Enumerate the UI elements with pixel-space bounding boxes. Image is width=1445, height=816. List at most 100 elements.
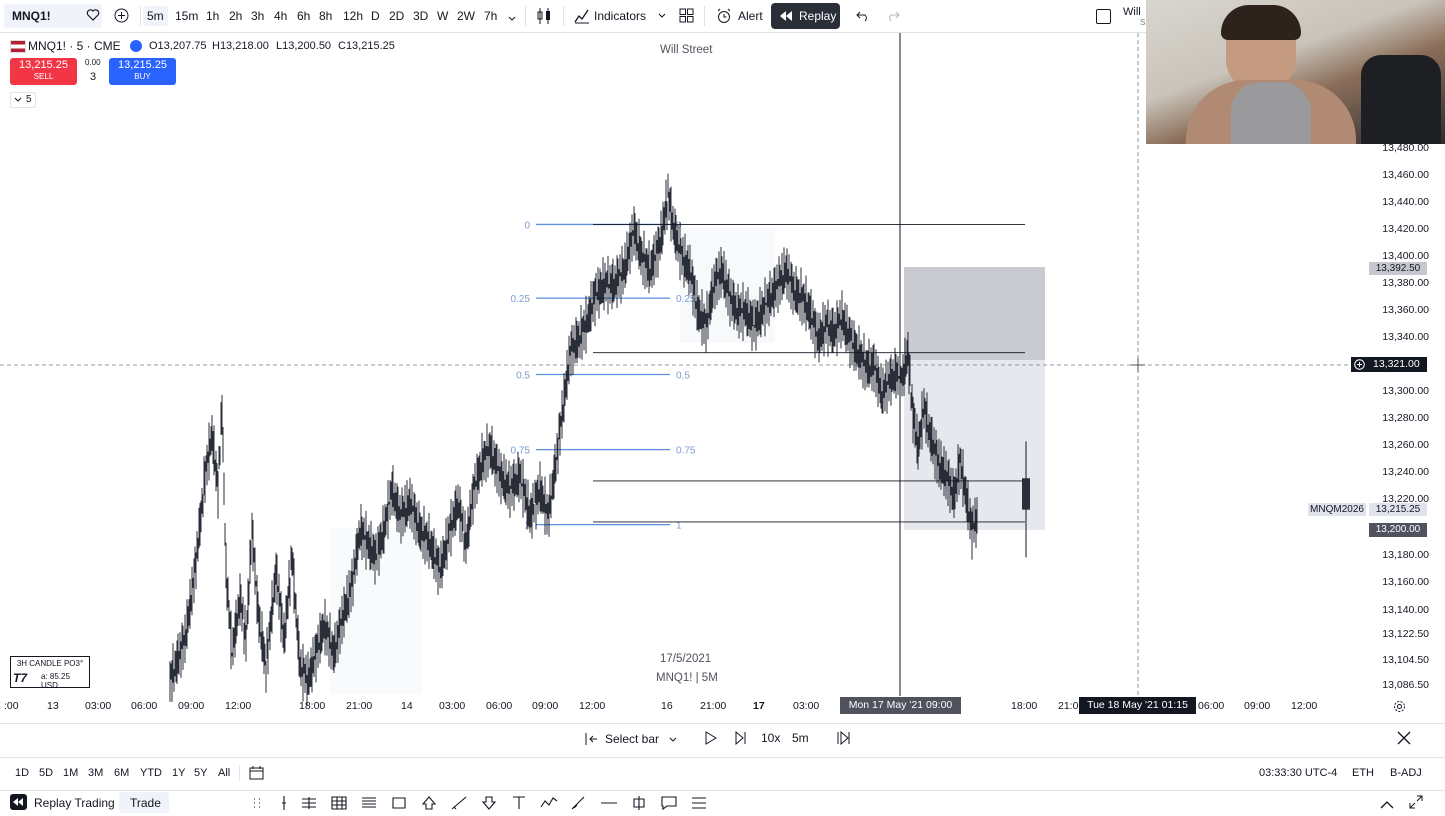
interval-3h[interactable]: 3h bbox=[251, 6, 264, 26]
play-icon[interactable] bbox=[705, 731, 717, 750]
text-icon[interactable] bbox=[510, 795, 528, 811]
range-1Y[interactable]: 1Y bbox=[172, 767, 185, 779]
crosshair-price-tag[interactable]: 13,321.00 bbox=[1351, 357, 1427, 372]
path-icon[interactable] bbox=[540, 795, 558, 811]
alert-button[interactable]: Alert bbox=[714, 4, 766, 28]
interval-2D[interactable]: 2D bbox=[389, 6, 404, 26]
replay-speed[interactable]: 10x bbox=[761, 731, 780, 745]
layouts-icon[interactable] bbox=[679, 8, 694, 28]
session-toggle[interactable]: ETH bbox=[1352, 767, 1374, 779]
grip-icon[interactable] bbox=[249, 795, 267, 811]
price-axis-label: 13,400.00 bbox=[1382, 250, 1429, 262]
settings-gear-icon[interactable] bbox=[1393, 700, 1406, 718]
ohlc-close: C13,215.25 bbox=[338, 40, 395, 52]
order-block-zone[interactable] bbox=[904, 267, 1045, 360]
calendar-goto-icon[interactable] bbox=[249, 765, 265, 785]
price-axis-label: 13,340.00 bbox=[1382, 331, 1429, 343]
time-axis-label: 13 bbox=[47, 700, 59, 712]
price-tag-low: 13,200.00 bbox=[1369, 523, 1427, 537]
fib-level-label: 0.75 bbox=[511, 446, 531, 457]
fib-level-label: 0.25 bbox=[511, 294, 531, 305]
replay-button[interactable]: Replay bbox=[771, 3, 840, 29]
webcam-person-hair bbox=[1221, 5, 1301, 40]
chevron-down-icon bbox=[14, 97, 22, 102]
range-3M[interactable]: 3M bbox=[88, 767, 103, 779]
favorite-icon[interactable] bbox=[86, 8, 100, 22]
interval-6h[interactable]: 6h bbox=[297, 6, 310, 26]
clock-display[interactable]: 03:33:30 UTC-4 bbox=[1259, 767, 1337, 779]
tab-replay-trading[interactable]: Replay Trading bbox=[34, 796, 115, 810]
adjustment-toggle[interactable]: B-ADJ bbox=[1390, 767, 1422, 779]
step-forward-icon[interactable] bbox=[735, 730, 747, 750]
sell-button[interactable]: 13,215.25 SELL bbox=[10, 58, 77, 85]
indicators-button[interactable]: Indicators bbox=[572, 4, 668, 28]
crosshair-price-value: 13,321.00 bbox=[1373, 358, 1420, 370]
range-1M[interactable]: 1M bbox=[63, 767, 78, 779]
jump-to-realtime-icon[interactable] bbox=[837, 730, 851, 750]
interval-3D[interactable]: 3D bbox=[413, 6, 428, 26]
interval-7h[interactable]: 7h bbox=[484, 6, 497, 26]
range-5D[interactable]: 5D bbox=[39, 767, 53, 779]
pitchfork-icon[interactable] bbox=[300, 795, 318, 811]
maximize-panel-icon[interactable] bbox=[1409, 795, 1423, 814]
vertical-line-icon[interactable] bbox=[275, 795, 293, 811]
interval-W[interactable]: W bbox=[437, 6, 448, 26]
price-axis-label: 13,122.50 bbox=[1382, 628, 1429, 640]
alert-label: Alert bbox=[738, 9, 763, 23]
buy-button[interactable]: 13,215.25 BUY bbox=[109, 58, 176, 85]
brush-icon[interactable] bbox=[570, 795, 588, 811]
rectangle-icon[interactable] bbox=[390, 795, 408, 811]
trend-line-icon[interactable] bbox=[450, 795, 468, 811]
replay-interval[interactable]: 5m bbox=[792, 731, 809, 745]
arrow-down-icon[interactable] bbox=[480, 795, 498, 811]
indicator-collapse-button[interactable]: 5 bbox=[10, 92, 36, 108]
horizontal-line-icon[interactable] bbox=[600, 795, 618, 811]
interval-5m[interactable]: 5m bbox=[143, 6, 168, 26]
user-label[interactable]: Will bbox=[1123, 6, 1141, 18]
time-axis-label: 21:00 bbox=[346, 700, 373, 712]
time-axis-label: 17 bbox=[753, 700, 765, 712]
range-All[interactable]: All bbox=[218, 767, 230, 779]
quantity-value[interactable]: 3 bbox=[90, 71, 96, 83]
undo-icon[interactable] bbox=[856, 9, 870, 27]
divider bbox=[140, 6, 141, 26]
interval-12h[interactable]: 12h bbox=[343, 6, 363, 26]
callout-icon[interactable] bbox=[660, 795, 678, 811]
select-bar-button[interactable]: Select bar bbox=[584, 729, 680, 749]
close-icon[interactable] bbox=[1397, 731, 1411, 750]
range-YTD[interactable]: YTD bbox=[140, 767, 162, 779]
interval-15m[interactable]: 15m bbox=[175, 6, 198, 26]
fib-level-label: 0.5 bbox=[516, 371, 530, 382]
time-crosshair-label: Tue 18 May '21 01:15 bbox=[1079, 697, 1196, 714]
symbol-description[interactable]: MNQ1! · 5 · CME bbox=[28, 39, 121, 53]
interval-2h[interactable]: 2h bbox=[229, 6, 242, 26]
price-series[interactable] bbox=[169, 173, 978, 706]
chart-type-icon[interactable] bbox=[536, 7, 552, 30]
interval-dropdown-icon[interactable] bbox=[507, 11, 517, 29]
replay-label: Replay bbox=[799, 9, 837, 23]
grid-icon[interactable] bbox=[330, 795, 348, 811]
chevron-up-icon[interactable] bbox=[1380, 797, 1394, 815]
interval-D[interactable]: D bbox=[371, 6, 380, 26]
compare-add-icon[interactable] bbox=[114, 8, 129, 23]
measure-icon[interactable] bbox=[630, 795, 648, 811]
interval-1h[interactable]: 1h bbox=[206, 6, 219, 26]
interval-8h[interactable]: 8h bbox=[319, 6, 332, 26]
tab-trade[interactable]: Trade bbox=[130, 796, 161, 810]
webcam-video-overlay bbox=[1146, 0, 1445, 144]
arrow-up-icon[interactable] bbox=[420, 795, 438, 811]
range-5Y[interactable]: 5Y bbox=[194, 767, 207, 779]
range-1D[interactable]: 1D bbox=[15, 767, 29, 779]
more-tools-icon[interactable] bbox=[690, 795, 708, 811]
time-axis-label: 12:00 bbox=[579, 700, 606, 712]
interval-4h[interactable]: 4h bbox=[274, 6, 287, 26]
time-axis-label: 03:00 bbox=[85, 700, 112, 712]
replay-trading-icon bbox=[10, 794, 27, 810]
redo-icon[interactable] bbox=[886, 9, 900, 27]
interval-2W[interactable]: 2W bbox=[457, 6, 475, 26]
fib-retracement-icon[interactable] bbox=[360, 795, 378, 811]
current-candle-body bbox=[1022, 478, 1030, 510]
symbol-label: MNQ1! bbox=[12, 9, 51, 23]
fullscreen-checkbox-icon[interactable] bbox=[1096, 9, 1111, 24]
range-6M[interactable]: 6M bbox=[114, 767, 129, 779]
